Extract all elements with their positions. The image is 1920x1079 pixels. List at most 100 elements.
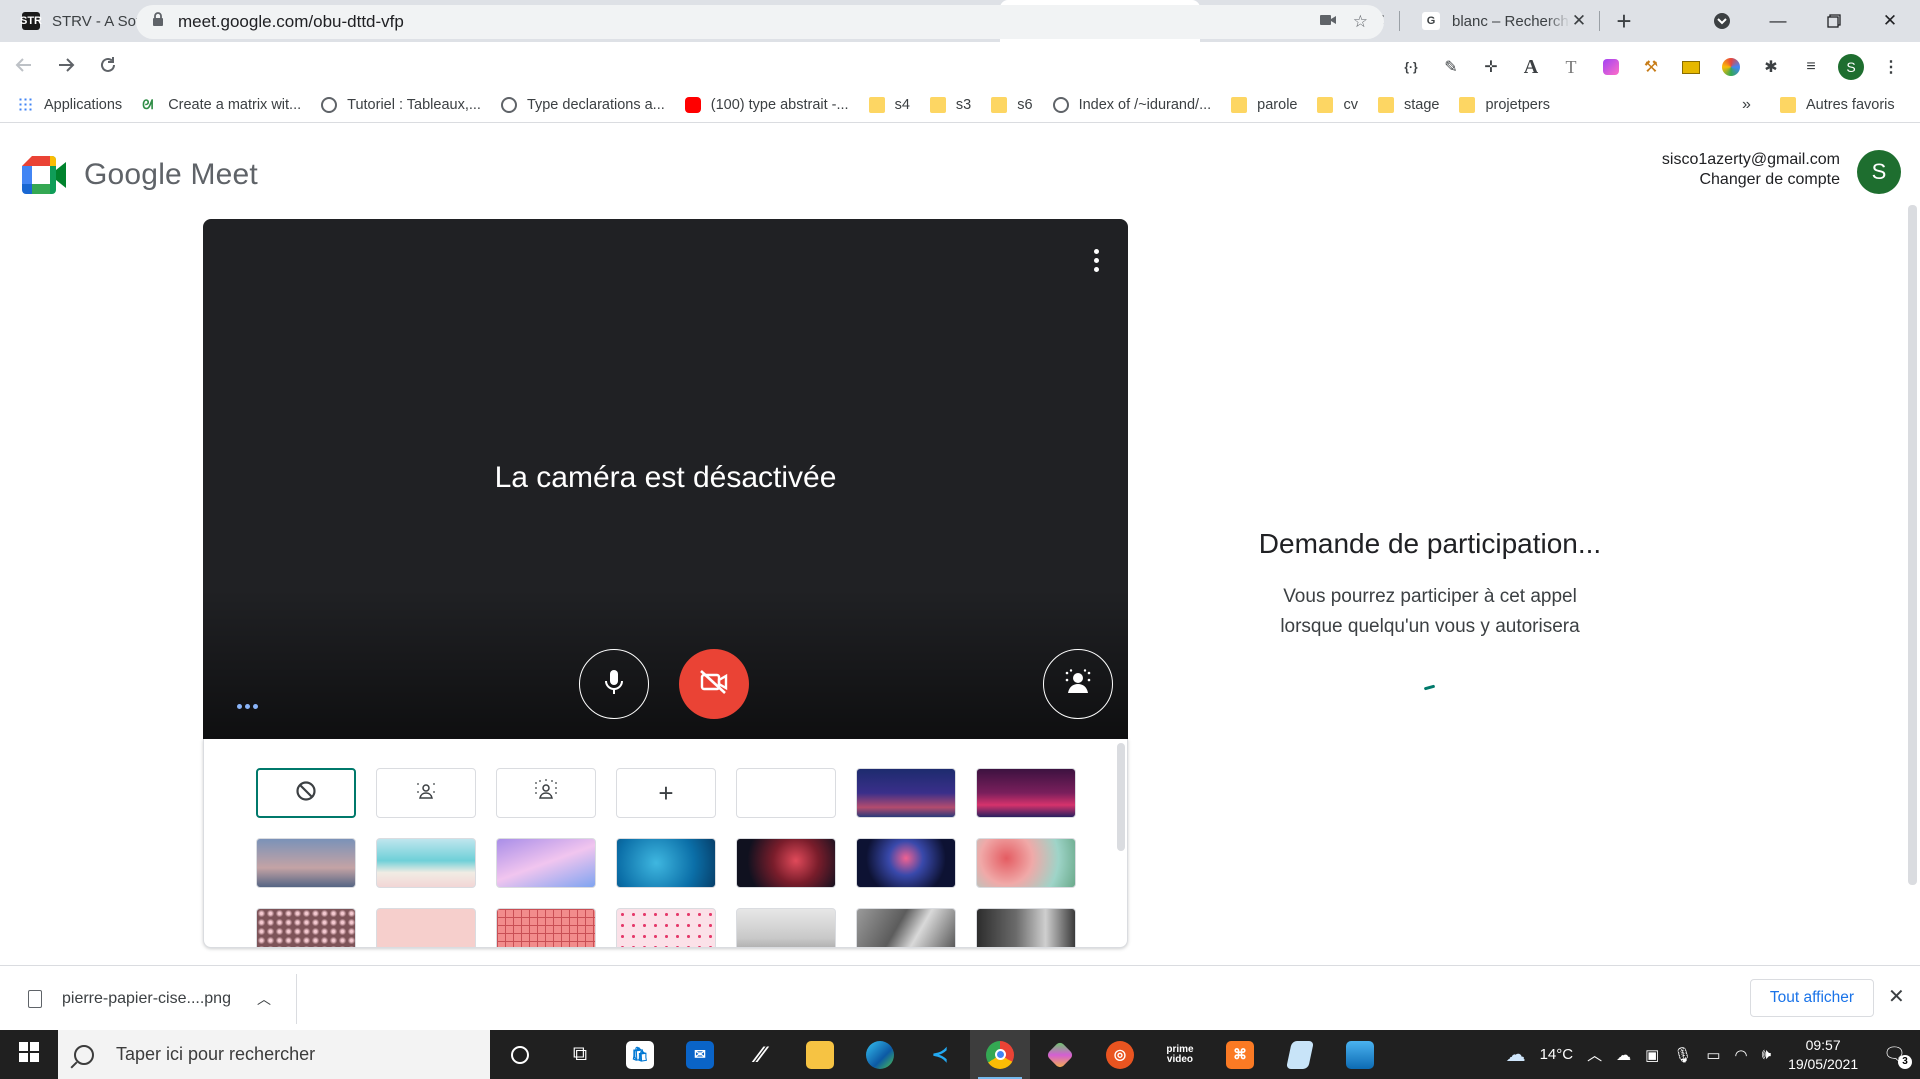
ruler-extension-icon[interactable]: ✛ — [1478, 54, 1504, 80]
effect-none-tile[interactable] — [256, 768, 356, 818]
bookmark-item[interactable]: s4 — [868, 96, 910, 113]
user-avatar[interactable]: S — [1857, 150, 1901, 194]
effect-interior-tile[interactable] — [976, 908, 1076, 947]
start-button[interactable] — [0, 1030, 58, 1079]
file-explorer-icon[interactable] — [790, 1030, 850, 1079]
effect-upload-tile[interactable]: + — [616, 768, 716, 818]
bookmark-item[interactable]: s3 — [929, 96, 971, 113]
gitkraken-icon[interactable] — [1030, 1030, 1090, 1079]
effect-water-tile[interactable] — [616, 838, 716, 888]
switch-account-link[interactable]: Changer de compte — [1662, 170, 1840, 190]
restore-button[interactable] — [1806, 0, 1862, 42]
task-view-icon[interactable]: ⧉ — [550, 1030, 610, 1079]
microphone-button[interactable] — [579, 649, 649, 719]
puzzle-extensions-icon[interactable]: ✱ — [1758, 54, 1784, 80]
close-tab-icon[interactable]: ✕ — [1570, 11, 1588, 31]
store-icon[interactable]: 🛍 — [610, 1030, 670, 1079]
chrome-icon[interactable] — [970, 1030, 1030, 1079]
bookmark-item[interactable]: Applications — [18, 96, 122, 113]
effect-pink-grid-tile[interactable] — [496, 908, 596, 947]
photos-icon[interactable] — [1330, 1030, 1390, 1079]
visual-effects-button[interactable] — [1043, 649, 1113, 719]
bookmark-item[interactable]: cv — [1317, 96, 1358, 113]
effect-fireworks-tile[interactable] — [856, 838, 956, 888]
effect-clouds-tile[interactable] — [496, 838, 596, 888]
vscode-icon[interactable]: ≺ — [910, 1030, 970, 1079]
close-window-button[interactable]: ✕ — [1862, 0, 1918, 42]
edge-icon[interactable] — [850, 1030, 910, 1079]
camera-in-use-icon[interactable] — [1319, 12, 1337, 32]
effect-festival-lanterns-tile[interactable] — [976, 768, 1076, 818]
ubuntu-icon[interactable]: ◎ — [1090, 1030, 1150, 1079]
bookmark-item[interactable]: Index of /~idurand/... — [1052, 96, 1211, 113]
bookmarks-overflow-button[interactable]: » — [1742, 96, 1751, 114]
reading-list-icon[interactable]: ≡ — [1798, 54, 1824, 80]
clock[interactable]: 09:57 19/05/2021 — [1788, 1036, 1858, 1074]
effect-blur-tile[interactable] — [496, 768, 596, 818]
google-meet-logo[interactable]: Google Meet — [22, 156, 258, 194]
device-icon[interactable]: ▣ — [1645, 1046, 1659, 1064]
minimize-button[interactable]: — — [1750, 0, 1806, 42]
notepad-icon[interactable] — [1270, 1030, 1330, 1079]
effect-building-tile[interactable] — [856, 908, 956, 947]
bookmark-item[interactable]: projetpers — [1459, 96, 1550, 113]
bookmark-item[interactable]: s6 — [991, 96, 1033, 113]
camera-toggle-button[interactable] — [679, 649, 749, 719]
effect-night-lanterns-tile[interactable] — [856, 768, 956, 818]
effect-flowers-tile[interactable] — [256, 908, 356, 947]
battery-icon[interactable]: ▭ — [1706, 1046, 1720, 1064]
effect-blank-tile[interactable] — [736, 768, 836, 818]
tab-search-icon[interactable] — [1694, 0, 1750, 42]
other-bookmarks-folder[interactable]: Autres favoris — [1780, 96, 1895, 113]
profile-avatar[interactable]: S — [1838, 54, 1864, 80]
more-options-icon[interactable] — [1094, 249, 1100, 276]
eyedropper-extension-icon[interactable]: ✎ — [1438, 54, 1464, 80]
wifi-icon[interactable]: ◠ — [1735, 1046, 1748, 1064]
monitor-extension-icon[interactable] — [1678, 54, 1704, 80]
browser-menu-icon[interactable]: ⋮ — [1878, 54, 1904, 80]
chevron-up-icon[interactable]: ︿ — [257, 989, 271, 1009]
hammer-extension-icon[interactable]: ⚒ — [1638, 54, 1664, 80]
effects-scrollbar[interactable] — [1117, 743, 1125, 851]
weather-temp[interactable]: 14°C — [1540, 1046, 1574, 1063]
volume-icon[interactable]: 🕪 — [1762, 1046, 1771, 1063]
cad-app-icon[interactable]: ⁄⁄ — [730, 1030, 790, 1079]
xampp-icon[interactable]: ⌘ — [1210, 1030, 1270, 1079]
text-extension-icon[interactable]: T — [1558, 54, 1584, 80]
download-item[interactable]: pierre-papier-cise....png ︿ — [28, 966, 271, 1031]
effect-cherry-blossoms-tile[interactable] — [976, 838, 1076, 888]
font-extension-icon[interactable]: A — [1518, 54, 1544, 80]
json-extension-icon[interactable]: {·} — [1398, 54, 1424, 80]
onedrive-icon[interactable]: ☁ — [1616, 1046, 1631, 1064]
show-hidden-icons-icon[interactable]: ︿ — [1587, 1044, 1602, 1065]
reload-button[interactable] — [90, 47, 126, 83]
effect-sunset-tile[interactable] — [256, 838, 356, 888]
effect-nebula-tile[interactable] — [736, 838, 836, 888]
new-tab-button[interactable]: + — [1600, 0, 1648, 42]
cortana-icon[interactable] — [490, 1030, 550, 1079]
bookmark-star-icon[interactable]: ☆ — [1353, 12, 1368, 32]
bookmark-item[interactable]: (100) type abstrait -... — [684, 96, 849, 113]
weather-cloud-icon[interactable]: ☁ — [1506, 1042, 1526, 1067]
notifications-icon[interactable]: 🗨 3 — [1883, 1044, 1912, 1069]
prime-video-icon[interactable]: prime video — [1150, 1030, 1210, 1079]
effect-beach-tile[interactable] — [376, 838, 476, 888]
taskbar-search-box[interactable]: Taper ici pour rechercher — [58, 1030, 490, 1079]
effect-office-tile[interactable] — [736, 908, 836, 947]
bookmark-item[interactable]: Type declarations a... — [500, 96, 665, 113]
microphone-tray-icon[interactable]: 🎙 — [1673, 1046, 1692, 1064]
bookmark-item[interactable]: ᘛ Create a matrix wit... — [142, 97, 301, 113]
color-extension-icon[interactable] — [1718, 54, 1744, 80]
forward-button[interactable] — [48, 47, 84, 83]
page-scrollbar[interactable] — [1908, 205, 1917, 885]
bookmark-item[interactable]: stage — [1377, 96, 1439, 113]
effect-slight-blur-tile[interactable] — [376, 768, 476, 818]
effect-pink-dots-tile[interactable] — [376, 908, 476, 947]
bookmark-item[interactable]: Tutoriel : Tableaux,... — [321, 96, 481, 113]
mail-icon[interactable]: ✉ — [670, 1030, 730, 1079]
close-download-bar-icon[interactable]: ✕ — [1888, 984, 1905, 1009]
show-all-downloads-button[interactable]: Tout afficher — [1750, 979, 1874, 1017]
browser-tab[interactable]: Gblanc – Recherche ✕ — [1400, 0, 1600, 42]
gradient-extension-icon[interactable] — [1598, 54, 1624, 80]
address-bar[interactable]: meet.google.com/obu-dttd-vfp ☆ — [136, 5, 1384, 39]
